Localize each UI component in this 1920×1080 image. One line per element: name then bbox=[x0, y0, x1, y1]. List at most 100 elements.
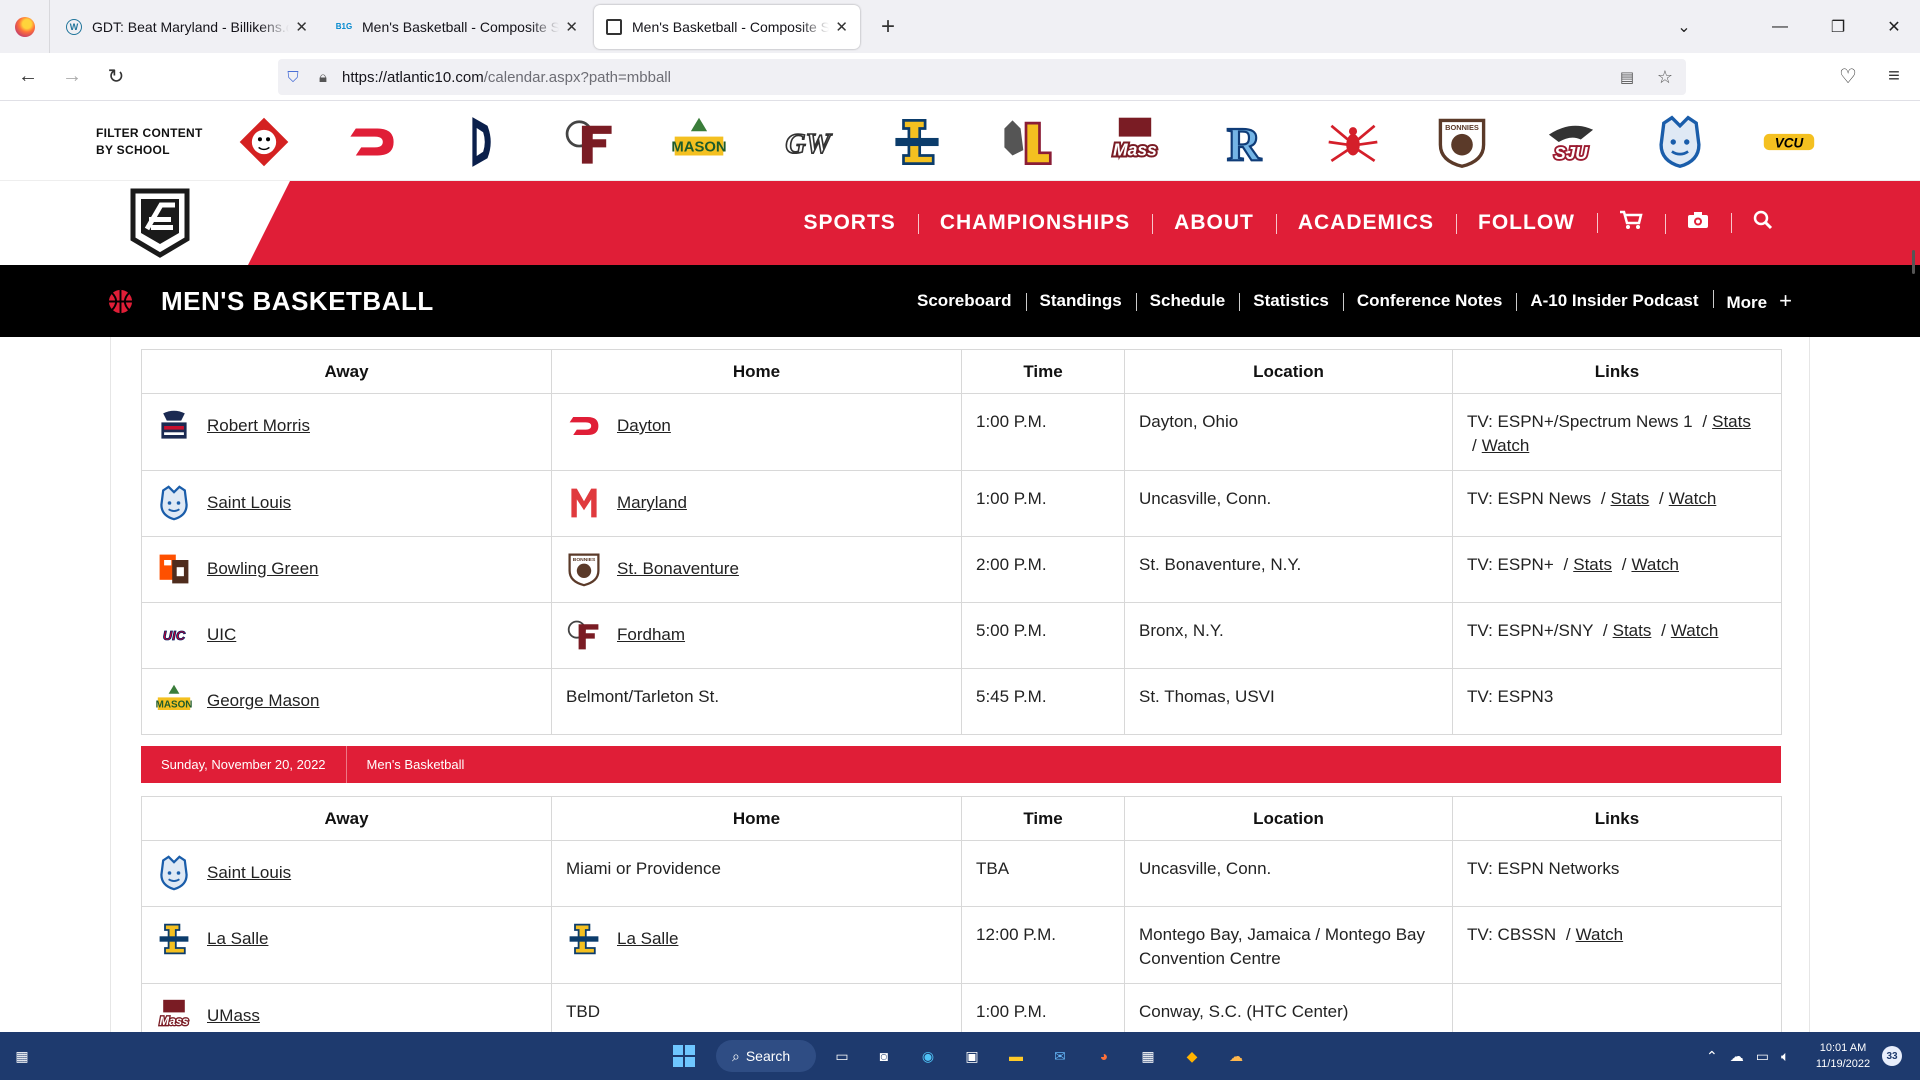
close-window-button[interactable]: ✕ bbox=[1866, 0, 1920, 53]
tray-chevron-icon[interactable]: ⌃ bbox=[1706, 1048, 1718, 1065]
url-text[interactable]: https://atlantic10.com/calendar.aspx?pat… bbox=[342, 69, 671, 86]
away-team-link[interactable]: Robert Morris bbox=[207, 414, 310, 438]
sju-hawk-icon[interactable]: SJU bbox=[1541, 115, 1601, 169]
file-explorer-icon[interactable]: ▬ bbox=[1002, 1042, 1030, 1070]
browser-tab[interactable]: Men's Basketball - Composite Schedule✕ bbox=[594, 4, 860, 49]
chat-icon[interactable]: ◙ bbox=[870, 1042, 898, 1070]
nav-championships[interactable]: CHAMPIONSHIPS bbox=[917, 211, 1152, 235]
app-icon[interactable]: ◆ bbox=[1178, 1042, 1206, 1070]
stats-link[interactable]: Stats bbox=[1613, 621, 1652, 640]
home-team-link[interactable]: La Salle bbox=[617, 927, 678, 951]
browser-tab[interactable]: WGDT: Beat Maryland - Billikens.com✕ bbox=[54, 5, 320, 49]
store-icon[interactable]: ▣ bbox=[958, 1042, 986, 1070]
rhode-island-r-icon[interactable]: R bbox=[1214, 115, 1274, 169]
maryland-m-icon bbox=[566, 485, 602, 521]
mail-icon[interactable]: ✉ bbox=[1046, 1042, 1074, 1070]
task-view-icon[interactable]: ▭ bbox=[828, 1042, 856, 1070]
a10-logo[interactable] bbox=[127, 187, 193, 259]
nav-sports[interactable]: SPORTS bbox=[781, 211, 917, 235]
subnav-more[interactable]: More + bbox=[1712, 288, 1806, 314]
dayton-d-icon[interactable] bbox=[342, 115, 402, 169]
subnav-podcast[interactable]: A-10 Insider Podcast bbox=[1516, 291, 1712, 311]
lock-icon[interactable]: 🔒︎ bbox=[308, 69, 338, 86]
sport-subnav: Scoreboard Standings Schedule Statistics… bbox=[903, 265, 1806, 337]
firefox-taskbar-icon[interactable]: ◕ bbox=[1090, 1042, 1118, 1070]
vcu-icon[interactable]: VCU bbox=[1759, 115, 1819, 169]
la-salle-l-icon[interactable] bbox=[887, 115, 947, 169]
loyola-wolf-icon[interactable] bbox=[996, 115, 1056, 169]
reader-view-icon[interactable]: ▤ bbox=[1612, 68, 1642, 86]
watch-link[interactable]: Watch bbox=[1631, 555, 1679, 574]
column-header-home: Home bbox=[551, 796, 962, 841]
home-team-link[interactable]: Maryland bbox=[617, 491, 687, 515]
hamburger-menu-icon[interactable]: ≡ bbox=[1872, 59, 1916, 95]
umass-icon[interactable]: Mass bbox=[1105, 115, 1165, 169]
calculator-icon[interactable]: ▦ bbox=[1134, 1042, 1162, 1070]
subnav-conference-notes[interactable]: Conference Notes bbox=[1342, 291, 1516, 311]
network-icon[interactable]: ▭ bbox=[1756, 1048, 1769, 1065]
nav-follow[interactable]: FOLLOW bbox=[1456, 211, 1597, 235]
subnav-statistics[interactable]: Statistics bbox=[1239, 291, 1343, 311]
restore-button[interactable]: ❐ bbox=[1810, 0, 1866, 53]
home-team-link[interactable]: Dayton bbox=[617, 414, 671, 438]
away-team-link[interactable]: La Salle bbox=[207, 927, 268, 951]
page-scrollbar[interactable] bbox=[1912, 250, 1915, 274]
minimize-button[interactable]: — bbox=[1752, 0, 1808, 53]
browser-tab[interactable]: B1GMen's Basketball - Composite Schedule… bbox=[324, 5, 590, 49]
bookmark-star-icon[interactable]: ☆ bbox=[1650, 67, 1680, 88]
richmond-spider-icon[interactable] bbox=[1323, 115, 1383, 169]
list-all-tabs-button[interactable]: ⌄ bbox=[1656, 0, 1712, 53]
close-tab-icon[interactable]: ✕ bbox=[565, 18, 578, 36]
edge-icon[interactable]: ◉ bbox=[914, 1042, 942, 1070]
cart-icon[interactable] bbox=[1597, 210, 1665, 236]
back-button[interactable]: ← bbox=[6, 59, 50, 95]
bowling-green-icon bbox=[156, 551, 192, 587]
onedrive-icon[interactable]: ☁ bbox=[1730, 1048, 1744, 1065]
firefox-menu-button[interactable] bbox=[0, 0, 50, 53]
nav-academics[interactable]: ACADEMICS bbox=[1275, 211, 1456, 235]
stats-link[interactable]: Stats bbox=[1611, 489, 1650, 508]
notification-badge[interactable]: 33 bbox=[1882, 1046, 1902, 1066]
weather-icon[interactable]: ☁ bbox=[1222, 1042, 1250, 1070]
close-tab-icon[interactable]: ✕ bbox=[835, 18, 848, 36]
new-tab-button[interactable]: + bbox=[868, 7, 908, 47]
subnav-schedule[interactable]: Schedule bbox=[1135, 291, 1240, 311]
fordham-ram-icon[interactable] bbox=[560, 115, 620, 169]
away-team-link[interactable]: UMass bbox=[207, 1004, 260, 1028]
pocket-icon[interactable]: ♡ bbox=[1826, 59, 1870, 95]
duquesne-d-icon[interactable] bbox=[451, 115, 511, 169]
taskbar-clock[interactable]: 10:01 AM 11/19/2022 bbox=[1808, 1040, 1878, 1072]
watch-link[interactable]: Watch bbox=[1669, 489, 1717, 508]
url-bar[interactable]: ⛉ 🔒︎ https://atlantic10.com/calendar.asp… bbox=[278, 59, 1686, 95]
volume-icon[interactable]: 🔈︎ bbox=[1781, 1048, 1789, 1065]
gw-icon[interactable]: GW bbox=[778, 115, 838, 169]
away-team-link[interactable]: UIC bbox=[207, 623, 236, 647]
start-icon[interactable] bbox=[670, 1042, 698, 1070]
away-team-link[interactable]: Saint Louis bbox=[207, 491, 291, 515]
stats-link[interactable]: Stats bbox=[1573, 555, 1612, 574]
watch-link[interactable]: Watch bbox=[1576, 925, 1624, 944]
widgets-icon[interactable]: ▦ bbox=[8, 1042, 36, 1070]
search-icon[interactable] bbox=[1731, 210, 1795, 236]
home-team-link[interactable]: St. Bonaventure bbox=[617, 557, 739, 581]
george-mason-patriot-icon[interactable]: MASON bbox=[669, 115, 729, 169]
home-team-link[interactable]: Fordham bbox=[617, 623, 685, 647]
billiken-icon[interactable] bbox=[1650, 115, 1710, 169]
nav-about[interactable]: ABOUT bbox=[1152, 211, 1276, 235]
reload-button[interactable]: ↻ bbox=[94, 59, 138, 95]
forward-button[interactable]: → bbox=[50, 59, 94, 95]
watch-link[interactable]: Watch bbox=[1482, 436, 1530, 455]
away-team-link[interactable]: Bowling Green bbox=[207, 557, 319, 581]
shield-icon[interactable]: ⛉ bbox=[278, 69, 308, 86]
stats-link[interactable]: Stats bbox=[1712, 412, 1751, 431]
subnav-standings[interactable]: Standings bbox=[1025, 291, 1136, 311]
away-team-link[interactable]: Saint Louis bbox=[207, 861, 291, 885]
taskbar-search[interactable]: ⌕ Search bbox=[716, 1040, 816, 1072]
davidson-wildcat-icon[interactable] bbox=[234, 115, 294, 169]
close-tab-icon[interactable]: ✕ bbox=[295, 18, 308, 36]
bonnies-icon[interactable]: BONNIES bbox=[1432, 115, 1492, 169]
away-team-link[interactable]: George Mason bbox=[207, 689, 319, 713]
camera-icon[interactable] bbox=[1665, 211, 1731, 235]
subnav-scoreboard[interactable]: Scoreboard bbox=[903, 291, 1025, 311]
watch-link[interactable]: Watch bbox=[1671, 621, 1719, 640]
